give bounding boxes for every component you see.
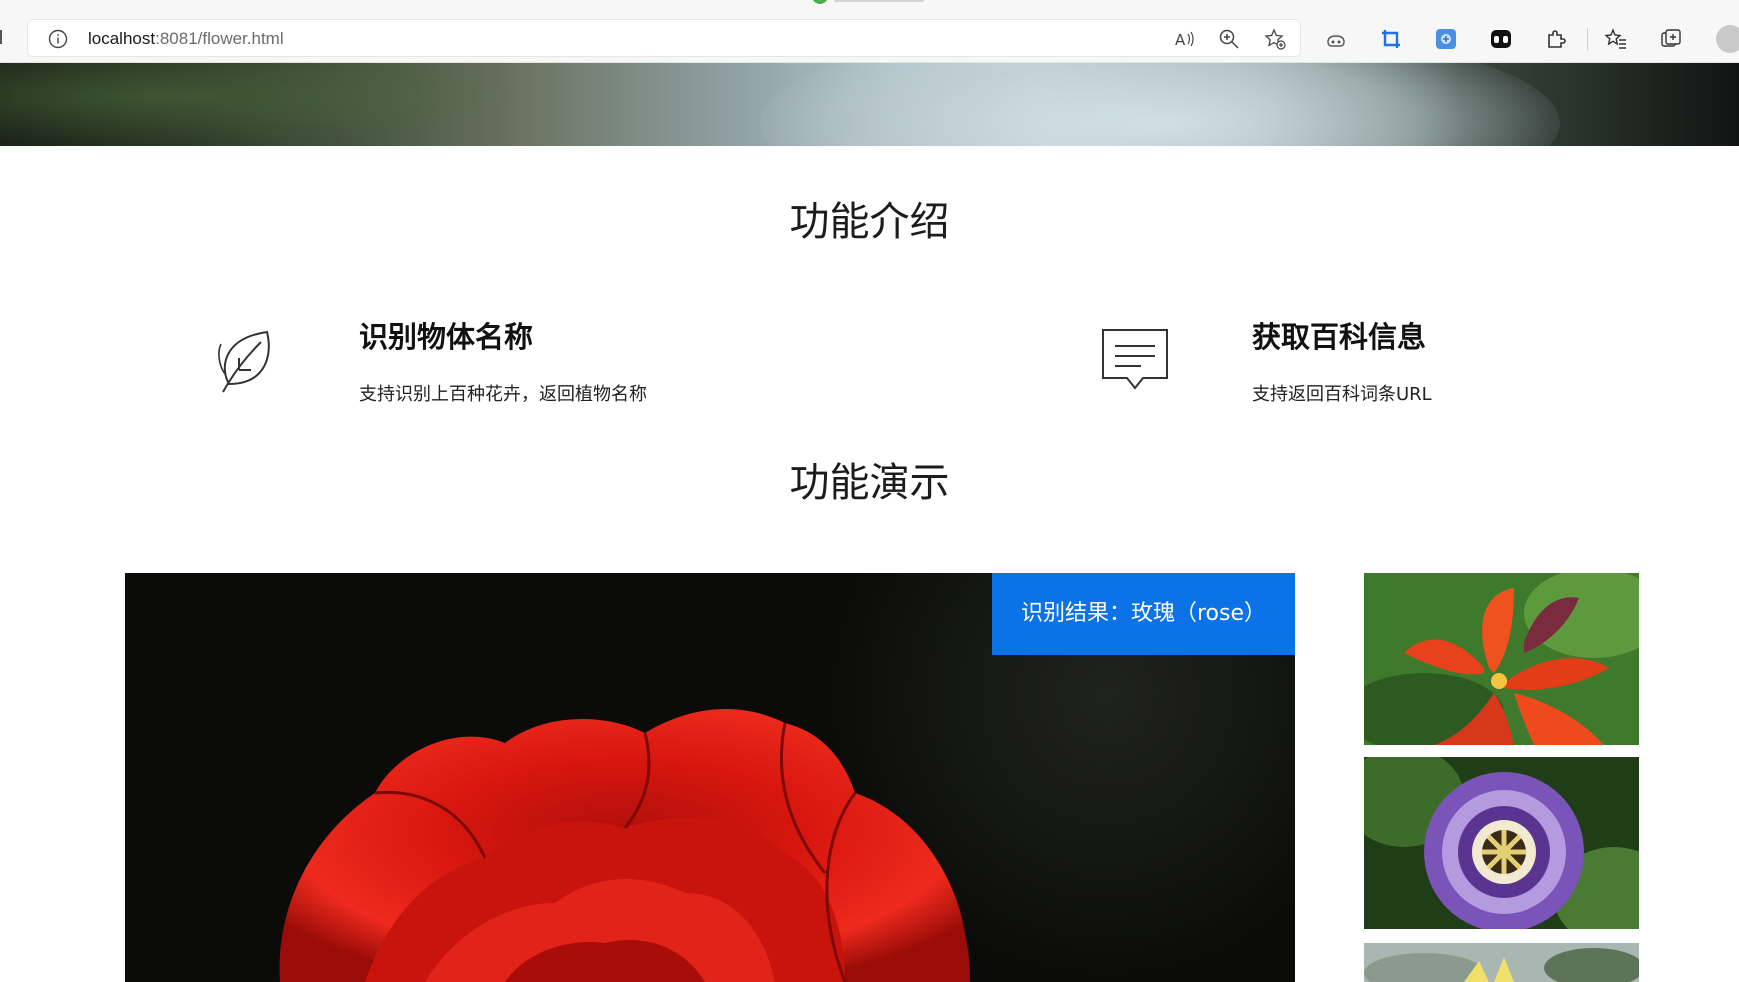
- extension-dark-icon[interactable]: [1489, 27, 1513, 51]
- url-text[interactable]: localhost:8081/flower.html: [88, 29, 284, 49]
- zoom-icon[interactable]: [1218, 28, 1240, 50]
- water-lily-image: [1364, 943, 1639, 982]
- demo-main-image[interactable]: 识别结果：玫瑰（rose）: [125, 573, 1295, 982]
- thumbnail-orange-flower[interactable]: [1364, 573, 1639, 745]
- orange-flower-image: [1364, 573, 1639, 745]
- info-icon[interactable]: [48, 29, 68, 49]
- extension-blue-icon[interactable]: [1434, 27, 1458, 51]
- copilot-icon[interactable]: [1324, 27, 1348, 51]
- feature-title-recognize: 识别物体名称: [359, 320, 534, 354]
- leaf-icon: [218, 330, 270, 393]
- chat-bubble-icon: [1102, 329, 1168, 390]
- feature-title-encyclopedia: 获取百科信息: [1252, 320, 1427, 354]
- svg-text:A: A: [1175, 31, 1186, 49]
- add-favorite-icon[interactable]: [1264, 28, 1286, 50]
- tab-favicon-icon: [812, 0, 828, 4]
- profile-avatar[interactable]: [1716, 25, 1739, 53]
- thumbnail-water-lily[interactable]: [1364, 943, 1639, 982]
- hero-banner-image: [0, 63, 1739, 146]
- thumbnail-passion-flower[interactable]: [1364, 757, 1639, 929]
- toolbar-divider: [1587, 28, 1588, 50]
- back-edge-icon[interactable]: [0, 30, 6, 44]
- tab-title[interactable]: [834, 0, 924, 2]
- crop-icon[interactable]: [1379, 27, 1403, 51]
- url-host: localhost: [88, 29, 156, 48]
- passion-flower-image: [1364, 757, 1639, 929]
- feature-desc-encyclopedia: 支持返回百科词条URL: [1252, 384, 1432, 405]
- url-path: :8081/flower.html: [155, 29, 284, 48]
- browser-toolbar: localhost:8081/flower.html A: [0, 0, 1739, 63]
- feature-desc-recognize: 支持识别上百种花卉，返回植物名称: [359, 384, 647, 405]
- extensions-puzzle-icon[interactable]: [1544, 27, 1568, 51]
- address-bar[interactable]: localhost:8081/flower.html A: [27, 19, 1301, 57]
- intro-section-title: 功能介绍: [789, 199, 950, 245]
- hero-flower-blur: [760, 63, 1560, 146]
- hero-foliage: [0, 63, 520, 146]
- favorites-icon[interactable]: [1604, 27, 1628, 51]
- recognition-result-badge: 识别结果：玫瑰（rose）: [992, 573, 1295, 655]
- demo-section-title: 功能演示: [789, 460, 950, 506]
- collections-icon[interactable]: [1659, 27, 1683, 51]
- read-aloud-icon[interactable]: A: [1173, 28, 1195, 50]
